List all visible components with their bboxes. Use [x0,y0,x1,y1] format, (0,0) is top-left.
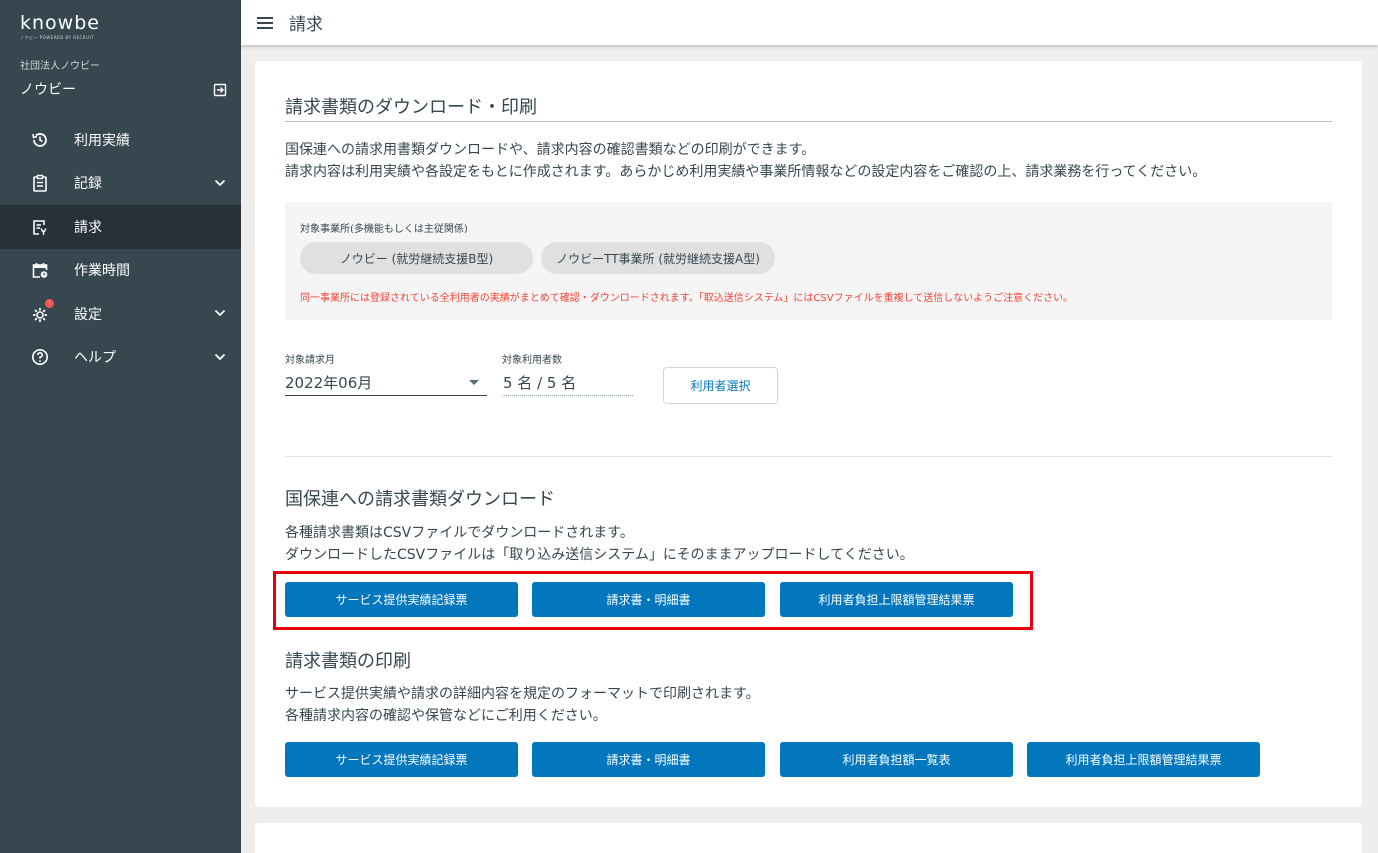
sidebar-item-usage-records[interactable]: 利用実績 [0,118,241,162]
target-facilities-panel: 対象事業所(多機能もしくは主従関係) ノウビー (就労継続支援B型) ノウビーT… [285,202,1332,320]
print-service-record-button[interactable]: サービス提供実績記録票 [285,742,518,777]
chevron-down-icon [214,309,226,317]
invoice-icon [30,217,50,237]
sidebar-item-help[interactable]: ヘルプ [0,336,241,380]
target-facilities-label: 対象事業所(多機能もしくは主従関係) [300,224,468,235]
organization-name: 社団法人ノウビー [20,61,100,72]
chevron-down-icon [214,353,226,360]
knowbe-logo[interactable]: knowbe ノウビー POWERED BY RECRUIT [20,12,110,44]
download-print-title: 請求書類のダウンロード・印刷 [285,97,537,118]
target-users-label: 対象利用者数 [502,355,562,366]
logout-icon[interactable] [212,82,228,98]
facility-chip-b-type[interactable]: ノウビー (就労継続支援B型) [300,242,533,274]
print-invoice-statement-button[interactable]: 請求書・明細書 [532,742,765,777]
billing-month-label: 対象請求月 [285,355,335,366]
csv-download-description-2: ダウンロードしたCSVファイルは「取り込み送信システム」にそのままアップロードし… [285,547,914,563]
gear-icon: ! [30,298,54,324]
sidebar-nav: 利用実績 記録 請求 作業時間 ! 設定 ヘルプ [0,118,241,379]
logo-subtext: ノウビー POWERED BY RECRUIT [20,35,95,40]
sidebar-item-label: 請求 [74,219,102,236]
csv-download-title: 国保連への請求書類ダウンロード [285,489,555,510]
page-title: 請求 [289,15,323,35]
sidebar-item-settings[interactable]: ! 設定 [0,292,241,336]
facility-name: ノウビー [20,82,76,98]
sidebar-item-label: 記録 [74,176,102,193]
download-print-description-1: 国保連への請求用書類ダウンロードや、請求内容の確認書類などの印刷ができます。 [285,142,816,158]
print-upper-limit-result-button[interactable]: 利用者負担上限額管理結果票 [1027,742,1260,777]
title-divider [285,121,1332,122]
billing-card: 請求書類のダウンロード・印刷 国保連への請求用書類ダウンロードや、請求内容の確認… [255,61,1362,807]
highlight-annotation-box [273,571,1033,630]
billing-month-value: 2022年06月 [285,374,373,392]
chevron-down-icon [214,179,226,186]
sidebar-item-work-time[interactable]: 作業時間 [0,249,241,293]
sidebar: knowbe ノウビー POWERED BY RECRUIT 社団法人ノウビー … [0,0,241,853]
print-title: 請求書類の印刷 [285,651,411,672]
print-user-charge-list-button[interactable]: 利用者負担額一覧表 [780,742,1013,777]
download-print-description-2: 請求内容は利用実績や各設定をもとに作成されます。あらかじめ利用実績や事業所情報な… [285,164,1207,180]
csv-download-description-1: 各種請求書類はCSVファイルでダウンロードされます。 [285,525,634,541]
facility-chip-a-type[interactable]: ノウビーTT事業所 (就労継続支援A型) [541,242,775,274]
sidebar-item-label: ヘルプ [74,350,116,367]
logo-text: knowbe [20,12,100,34]
top-app-bar: 請求 [241,0,1378,45]
billing-month-select[interactable]: 2022年06月 [285,368,487,396]
sidebar-item-label: 設定 [74,306,102,323]
history-icon [30,130,50,150]
help-circle-icon [30,347,50,367]
print-description-2: 各種請求内容の確認や保管などにご利用ください。 [285,708,607,724]
print-description-1: サービス提供実績や請求の詳細内容を規定のフォーマットで印刷されます。 [285,686,760,702]
section-divider [285,456,1332,457]
sidebar-item-label: 利用実績 [74,132,130,149]
notification-badge: ! [45,298,54,308]
target-users-value: 5 名 / 5 名 [503,374,577,392]
next-card [255,823,1362,853]
sidebar-item-label: 作業時間 [74,263,130,280]
target-users-count: 5 名 / 5 名 [502,368,633,396]
calendar-clock-icon [30,260,50,280]
clipboard-icon [30,173,50,193]
duplicate-warning-note: 同一事業所には登録されている全利用者の実績がまとめて確認・ダウンロードされます。… [300,293,1074,304]
hamburger-menu-icon[interactable] [255,15,275,31]
user-select-button[interactable]: 利用者選択 [663,367,778,404]
sidebar-item-records[interactable]: 記録 [0,162,241,206]
sidebar-item-billing[interactable]: 請求 [0,205,241,249]
dropdown-arrow-icon [469,380,479,385]
